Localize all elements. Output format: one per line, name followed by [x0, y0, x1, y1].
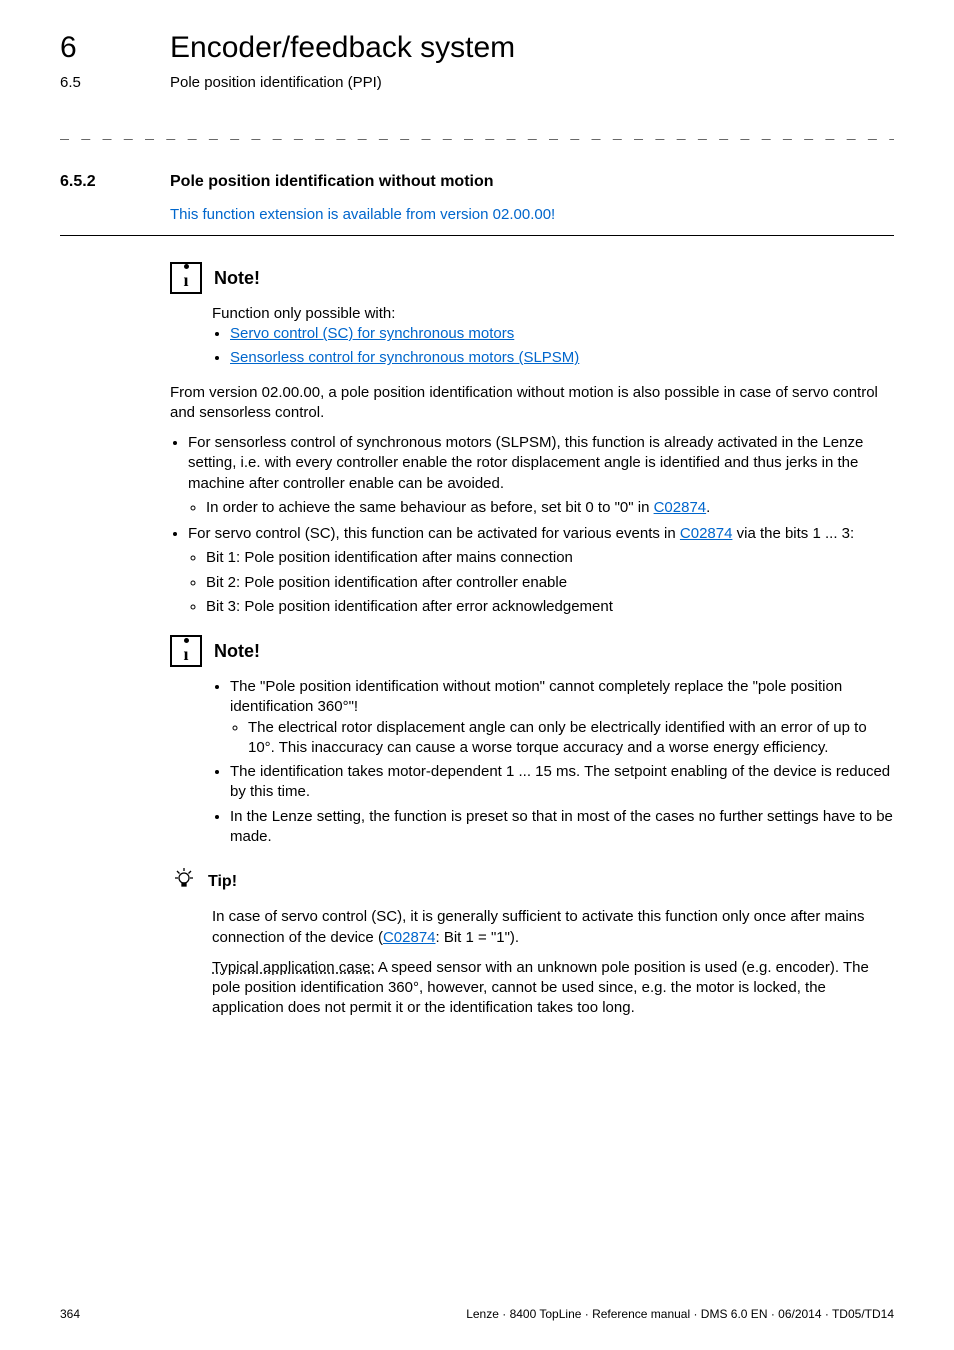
version-note-link[interactable]: This function extension is available fro…: [170, 205, 894, 225]
subsection-number: 6.5: [60, 73, 170, 93]
note-label: Note!: [214, 639, 260, 663]
list-item: Sensorless control for synchronous motor…: [230, 348, 894, 368]
chapter-title: Encoder/feedback system: [170, 28, 515, 69]
note-lead: Function only possible with:: [212, 304, 894, 324]
tip-paragraph: Typical application case: A speed sensor…: [212, 958, 894, 1019]
list-item: In order to achieve the same behaviour a…: [206, 498, 894, 518]
horizontal-rule: [60, 235, 894, 236]
separator-dashes: _ _ _ _ _ _ _ _ _ _ _ _ _ _ _ _ _ _ _ _ …: [60, 121, 894, 141]
link-servo-control[interactable]: Servo control (SC) for synchronous motor…: [230, 325, 514, 342]
list-item: The electrical rotor displacement angle …: [248, 718, 894, 759]
tip-label: Tip!: [208, 871, 237, 893]
link-c02874[interactable]: C02874: [383, 929, 436, 946]
list-item: Bit 2: Pole position identification afte…: [206, 573, 894, 593]
list-item: The "Pole position identification withou…: [230, 677, 894, 758]
subsection-title: Pole position identification (PPI): [170, 73, 382, 93]
list-item: Bit 3: Pole position identification afte…: [206, 597, 894, 617]
lightbulb-icon: [170, 865, 198, 899]
body-paragraph: From version 02.00.00, a pole position i…: [170, 383, 894, 424]
section-title: Pole position identification without mot…: [170, 171, 494, 193]
list-item: For servo control (SC), this function ca…: [188, 524, 894, 617]
list-item: For sensorless control of synchronous mo…: [188, 433, 894, 518]
footer-text: Lenze · 8400 TopLine · Reference manual …: [466, 1306, 894, 1322]
page-number: 364: [60, 1306, 80, 1322]
tip-paragraph: In case of servo control (SC), it is gen…: [212, 907, 894, 948]
list-item: The identification takes motor-dependent…: [230, 762, 894, 803]
note-label: Note!: [214, 266, 260, 290]
link-c02874[interactable]: C02874: [654, 499, 707, 516]
list-item: Bit 1: Pole position identification afte…: [206, 548, 894, 568]
chapter-number: 6: [60, 28, 170, 69]
link-c02874[interactable]: C02874: [680, 525, 733, 542]
info-icon: ı: [170, 635, 202, 667]
list-item: In the Lenze setting, the function is pr…: [230, 807, 894, 848]
link-sensorless-control[interactable]: Sensorless control for synchronous motor…: [230, 349, 579, 366]
info-icon: ı: [170, 262, 202, 294]
section-number: 6.5.2: [60, 171, 170, 193]
list-item: Servo control (SC) for synchronous motor…: [230, 324, 894, 344]
